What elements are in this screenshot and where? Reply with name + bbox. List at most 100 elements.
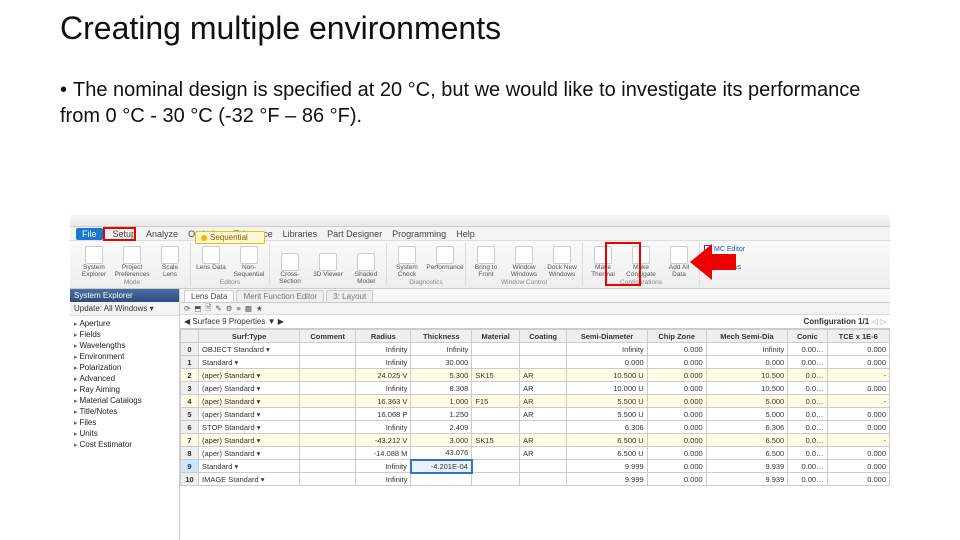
cell-mat[interactable] <box>472 447 520 460</box>
cell-comment[interactable] <box>300 369 356 382</box>
ribbon-shaded-model[interactable]: Shaded Model <box>350 253 382 285</box>
ribbon-bring-to-front[interactable]: Bring to Front <box>470 246 502 278</box>
cell-mat[interactable] <box>472 473 520 486</box>
cell-comment[interactable] <box>300 395 356 408</box>
cell-coat[interactable] <box>520 473 567 486</box>
tab-lens-data[interactable]: Lens Data <box>184 290 234 302</box>
cell-tce[interactable]: - <box>827 395 889 408</box>
col-header[interactable]: Coating <box>520 330 567 343</box>
cell-mech[interactable]: 6.500 <box>706 447 788 460</box>
explorer-item-cost-estimator[interactable]: Cost Estimator <box>74 439 175 450</box>
cell-thick[interactable] <box>411 473 472 486</box>
cell-mech[interactable]: 10.500 <box>706 369 788 382</box>
ribbon-lens-data[interactable]: Lens Data <box>195 246 227 272</box>
ribbon-project-preferences[interactable]: Project Preferences <box>116 246 148 278</box>
ribbon-window-windows[interactable]: Window Windows <box>508 246 540 278</box>
col-header[interactable]: Chip Zone <box>647 330 706 343</box>
cell-thick[interactable]: 30.000 <box>411 356 472 369</box>
explorer-item-title/notes[interactable]: Title/Notes <box>74 406 175 417</box>
cell-radius[interactable]: Infinity <box>356 421 411 434</box>
row-index[interactable]: 0 <box>181 343 199 356</box>
cell-type[interactable]: Standard ▾ <box>199 460 300 473</box>
menu-libraries[interactable]: Libraries <box>283 229 318 239</box>
cell-tce[interactable]: 0.000 <box>827 408 889 421</box>
menu-analyze[interactable]: Analyze <box>146 229 178 239</box>
cell-radius[interactable]: Infinity <box>356 460 411 473</box>
col-header[interactable]: Conic <box>788 330 827 343</box>
cell-type[interactable]: (aper) Standard ▾ <box>199 369 300 382</box>
cell-coat[interactable]: AR <box>520 369 567 382</box>
cell-chip[interactable]: 0.000 <box>647 460 706 473</box>
cell-coat[interactable]: AR <box>520 382 567 395</box>
explorer-item-polarization[interactable]: Polarization <box>74 362 175 373</box>
tab-merit-function-editor[interactable]: Merit Function Editor <box>236 290 324 302</box>
cell-radius[interactable]: Infinity <box>356 473 411 486</box>
cell-coat[interactable] <box>520 421 567 434</box>
ribbon-scale-lens[interactable]: Scale Lens <box>154 246 186 278</box>
cell-semi[interactable]: 9.999 <box>567 473 647 486</box>
ribbon-make-thermal[interactable]: Make Thermal <box>587 246 619 278</box>
cell-tce[interactable]: 0.000 <box>827 447 889 460</box>
cell-conic[interactable]: 0.0… <box>788 408 827 421</box>
cell-thick[interactable]: -4.201E-04 <box>411 460 472 473</box>
col-header[interactable]: Comment <box>300 330 356 343</box>
menu-programming[interactable]: Programming <box>392 229 446 239</box>
cell-chip[interactable]: 0.000 <box>647 369 706 382</box>
cell-semi[interactable]: 5.500 U <box>567 395 647 408</box>
cell-mech[interactable]: 5.000 <box>706 395 788 408</box>
cell-comment[interactable] <box>300 421 356 434</box>
cell-comment[interactable] <box>300 460 356 473</box>
cell-mat[interactable] <box>472 460 520 473</box>
cell-conic[interactable]: 0.0… <box>788 369 827 382</box>
surface-props-label[interactable]: Surface 9 Properties <box>192 317 265 326</box>
sequential-mode-button[interactable]: Sequential <box>195 231 265 244</box>
ribbon-performance[interactable]: Performance <box>429 246 461 272</box>
cell-coat[interactable] <box>520 343 567 356</box>
cell-semi[interactable]: 6.306 <box>567 421 647 434</box>
explorer-item-files[interactable]: Files <box>74 417 175 428</box>
cell-type[interactable]: (aper) Standard ▾ <box>199 447 300 460</box>
cell-conic[interactable]: 0.0… <box>788 421 827 434</box>
row-index[interactable]: 9 <box>181 460 199 473</box>
col-header[interactable]: TCE x 1E-6 <box>827 330 889 343</box>
cell-mech[interactable]: 0.000 <box>706 356 788 369</box>
row-index[interactable]: 2 <box>181 369 199 382</box>
col-header[interactable]: Surf:Type <box>199 330 300 343</box>
cell-chip[interactable]: 0.000 <box>647 395 706 408</box>
cell-chip[interactable]: 0.000 <box>647 447 706 460</box>
cell-radius[interactable]: -14.088 M <box>356 447 411 460</box>
cell-radius[interactable]: 16.068 P <box>356 408 411 421</box>
explorer-item-wavelengths[interactable]: Wavelengths <box>74 340 175 351</box>
ribbon-system-check[interactable]: System Check <box>391 246 423 278</box>
menu-file[interactable]: File <box>76 228 103 240</box>
cell-mat[interactable] <box>472 421 520 434</box>
cell-thick[interactable]: 1.000 <box>411 395 472 408</box>
cell-comment[interactable] <box>300 343 356 356</box>
cell-mat[interactable] <box>472 356 520 369</box>
cell-semi[interactable]: 10.500 U <box>567 369 647 382</box>
cell-mat[interactable] <box>472 343 520 356</box>
cell-coat[interactable]: AR <box>520 408 567 421</box>
cell-type[interactable]: (aper) Standard ▾ <box>199 395 300 408</box>
cell-mat[interactable] <box>472 408 520 421</box>
cell-coat[interactable] <box>520 460 567 473</box>
explorer-item-environment[interactable]: Environment <box>74 351 175 362</box>
cell-coat[interactable] <box>520 356 567 369</box>
explorer-item-units[interactable]: Units <box>74 428 175 439</box>
cell-comment[interactable] <box>300 473 356 486</box>
cell-chip[interactable]: 0.000 <box>647 343 706 356</box>
cell-conic[interactable]: 0.0… <box>788 395 827 408</box>
cell-thick[interactable]: 1.250 <box>411 408 472 421</box>
cell-conic[interactable]: 0.0… <box>788 447 827 460</box>
cell-chip[interactable]: 0.000 <box>647 382 706 395</box>
cell-semi[interactable]: 5.500 U <box>567 408 647 421</box>
cell-conic[interactable]: 0.00… <box>788 356 827 369</box>
cell-comment[interactable] <box>300 356 356 369</box>
menu-part designer[interactable]: Part Designer <box>327 229 382 239</box>
row-index[interactable]: 3 <box>181 382 199 395</box>
cell-conic[interactable]: 0.00… <box>788 473 827 486</box>
cell-mat[interactable]: SK15 <box>472 434 520 447</box>
cell-mech[interactable]: 10.500 <box>706 382 788 395</box>
explorer-subtitle[interactable]: Update: All Windows ▾ <box>70 302 179 316</box>
col-header[interactable]: Radius <box>356 330 411 343</box>
